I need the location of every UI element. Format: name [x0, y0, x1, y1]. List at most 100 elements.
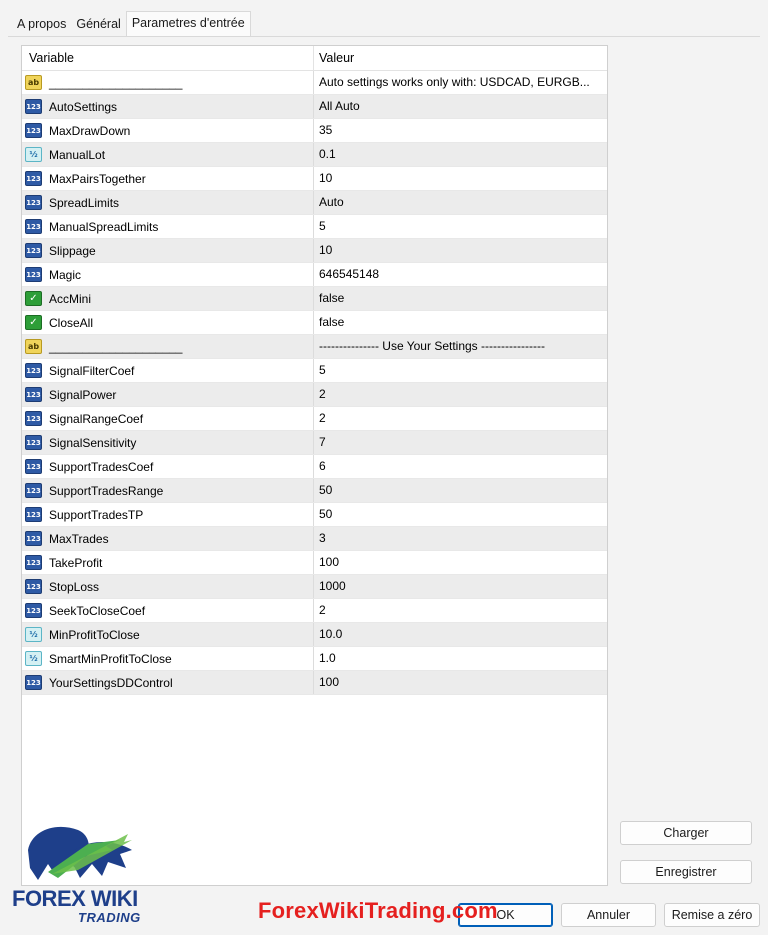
value-cell[interactable]: 100	[314, 551, 607, 574]
value-cell[interactable]: false	[314, 287, 607, 310]
table-row[interactable]: ab ____________________ Auto settings work…	[22, 71, 607, 95]
variable-name: CloseAll	[49, 315, 94, 330]
variable-cell[interactable]: 123 SupportTradesRange	[22, 479, 314, 502]
table-row[interactable]: 123 SupportTradesTP 50	[22, 503, 607, 527]
table-row[interactable]: 123 Slippage 10	[22, 239, 607, 263]
variable-name: SpreadLimits	[49, 195, 120, 210]
value-cell[interactable]: 5	[314, 359, 607, 382]
value-cell[interactable]: 2	[314, 383, 607, 406]
save-button[interactable]: Enregistrer	[620, 860, 752, 884]
variable-cell[interactable]: 123 StopLoss	[22, 575, 314, 598]
table-row[interactable]: ½ ManualLot 0.1	[22, 143, 607, 167]
table-row[interactable]: 123 TakeProfit 100	[22, 551, 607, 575]
table-row[interactable]: 123 SpreadLimits Auto	[22, 191, 607, 215]
variable-cell[interactable]: 123 SeekToCloseCoef	[22, 599, 314, 622]
value-cell[interactable]: 3	[314, 527, 607, 550]
table-row[interactable]: 123 SupportTradesCoef 6	[22, 455, 607, 479]
variable-cell[interactable]: 123 YourSettingsDDControl	[22, 671, 314, 694]
tab-a-propos[interactable]: A propos	[12, 13, 71, 36]
table-row[interactable]: 123 MaxPairsTogether 10	[22, 167, 607, 191]
variable-cell[interactable]: ab ____________________	[22, 335, 314, 358]
tab-parametres-entree[interactable]: Parametres d'entrée	[125, 11, 251, 36]
value-cell[interactable]: 1000	[314, 575, 607, 598]
table-row[interactable]: ½ SmartMinProfitToClose 1.0	[22, 647, 607, 671]
table-row[interactable]: 123 YourSettingsDDControl 100	[22, 671, 607, 695]
column-header-variable[interactable]: Variable	[22, 46, 314, 70]
value-cell[interactable]: 100	[314, 671, 607, 694]
variable-cell[interactable]: ✓ CloseAll	[22, 311, 314, 334]
value-cell[interactable]: 6	[314, 455, 607, 478]
variable-cell[interactable]: 123 Magic	[22, 263, 314, 286]
integer-type-icon: 123	[25, 459, 42, 474]
cancel-button[interactable]: Annuler	[561, 903, 656, 927]
variable-cell[interactable]: ab ____________________	[22, 71, 314, 94]
table-row[interactable]: ✓ AccMini false	[22, 287, 607, 311]
variable-cell[interactable]: 123 SupportTradesTP	[22, 503, 314, 526]
variable-cell[interactable]: ½ SmartMinProfitToClose	[22, 647, 314, 670]
table-row[interactable]: 123 SignalFilterCoef 5	[22, 359, 607, 383]
value-cell[interactable]: 50	[314, 503, 607, 526]
integer-type-icon: 123	[25, 99, 42, 114]
variable-name: ManualSpreadLimits	[49, 219, 159, 234]
variable-cell[interactable]: ½ MinProfitToClose	[22, 623, 314, 646]
value-cell[interactable]: Auto	[314, 191, 607, 214]
table-row[interactable]: 123 MaxDrawDown 35	[22, 119, 607, 143]
variable-cell[interactable]: 123 Slippage	[22, 239, 314, 262]
value-cell[interactable]: 10	[314, 239, 607, 262]
value-cell[interactable]: 1.0	[314, 647, 607, 670]
variable-cell[interactable]: 123 SignalPower	[22, 383, 314, 406]
load-button[interactable]: Charger	[620, 821, 752, 845]
variable-cell[interactable]: 123 SupportTradesCoef	[22, 455, 314, 478]
value-cell[interactable]: 10.0	[314, 623, 607, 646]
value-cell[interactable]: 2	[314, 407, 607, 430]
value-cell[interactable]: 7	[314, 431, 607, 454]
variable-name: AutoSettings	[49, 99, 118, 114]
table-row[interactable]: 123 SignalSensitivity 7	[22, 431, 607, 455]
value-cell[interactable]: 50	[314, 479, 607, 502]
table-row[interactable]: 123 SignalRangeCoef 2	[22, 407, 607, 431]
value-cell[interactable]: 35	[314, 119, 607, 142]
table-row[interactable]: ✓ CloseAll false	[22, 311, 607, 335]
value-cell[interactable]: 5	[314, 215, 607, 238]
value-cell[interactable]: 2	[314, 599, 607, 622]
table-row[interactable]: ab ____________________ --------------- Us…	[22, 335, 607, 359]
variable-name: ManualLot	[49, 147, 106, 162]
table-row[interactable]: 123 SeekToCloseCoef 2	[22, 599, 607, 623]
reset-button[interactable]: Remise a zéro	[664, 903, 760, 927]
variable-cell[interactable]: 123 SignalFilterCoef	[22, 359, 314, 382]
table-row[interactable]: ½ MinProfitToClose 10.0	[22, 623, 607, 647]
variable-cell[interactable]: 123 SignalSensitivity	[22, 431, 314, 454]
variable-cell[interactable]: 123 SignalRangeCoef	[22, 407, 314, 430]
variable-cell[interactable]: 123 MaxPairsTogether	[22, 167, 314, 190]
column-header-value[interactable]: Valeur	[314, 46, 607, 70]
variable-cell[interactable]: 123 ManualSpreadLimits	[22, 215, 314, 238]
value-cell[interactable]: 10	[314, 167, 607, 190]
variable-cell[interactable]: 123 MaxTrades	[22, 527, 314, 550]
value-cell[interactable]: 0.1	[314, 143, 607, 166]
variable-name: ____________________	[49, 339, 183, 354]
table-row[interactable]: 123 AutoSettings All Auto	[22, 95, 607, 119]
value-cell[interactable]: 646545148	[314, 263, 607, 286]
integer-type-icon: 123	[25, 507, 42, 522]
variable-cell[interactable]: 123 AutoSettings	[22, 95, 314, 118]
table-row[interactable]: 123 SignalPower 2	[22, 383, 607, 407]
tab-general[interactable]: Général	[71, 13, 125, 36]
table-row[interactable]: 123 ManualSpreadLimits 5	[22, 215, 607, 239]
variable-cell[interactable]: ✓ AccMini	[22, 287, 314, 310]
variable-cell[interactable]: 123 SpreadLimits	[22, 191, 314, 214]
table-row[interactable]: 123 Magic 646545148	[22, 263, 607, 287]
variable-cell[interactable]: 123 MaxDrawDown	[22, 119, 314, 142]
double-type-icon: ½	[25, 147, 42, 162]
table-row[interactable]: 123 SupportTradesRange 50	[22, 479, 607, 503]
parameters-grid: Variable Valeur ab ____________________ Au…	[21, 45, 608, 886]
variable-cell[interactable]: 123 TakeProfit	[22, 551, 314, 574]
variable-cell[interactable]: ½ ManualLot	[22, 143, 314, 166]
string-type-icon: ab	[25, 339, 42, 354]
integer-type-icon: 123	[25, 555, 42, 570]
value-cell[interactable]: All Auto	[314, 95, 607, 118]
table-row[interactable]: 123 MaxTrades 3	[22, 527, 607, 551]
value-cell[interactable]: Auto settings works only with: USDCAD, E…	[314, 71, 607, 94]
value-cell[interactable]: --------------- Use Your Settings ------…	[314, 335, 607, 358]
value-cell[interactable]: false	[314, 311, 607, 334]
table-row[interactable]: 123 StopLoss 1000	[22, 575, 607, 599]
